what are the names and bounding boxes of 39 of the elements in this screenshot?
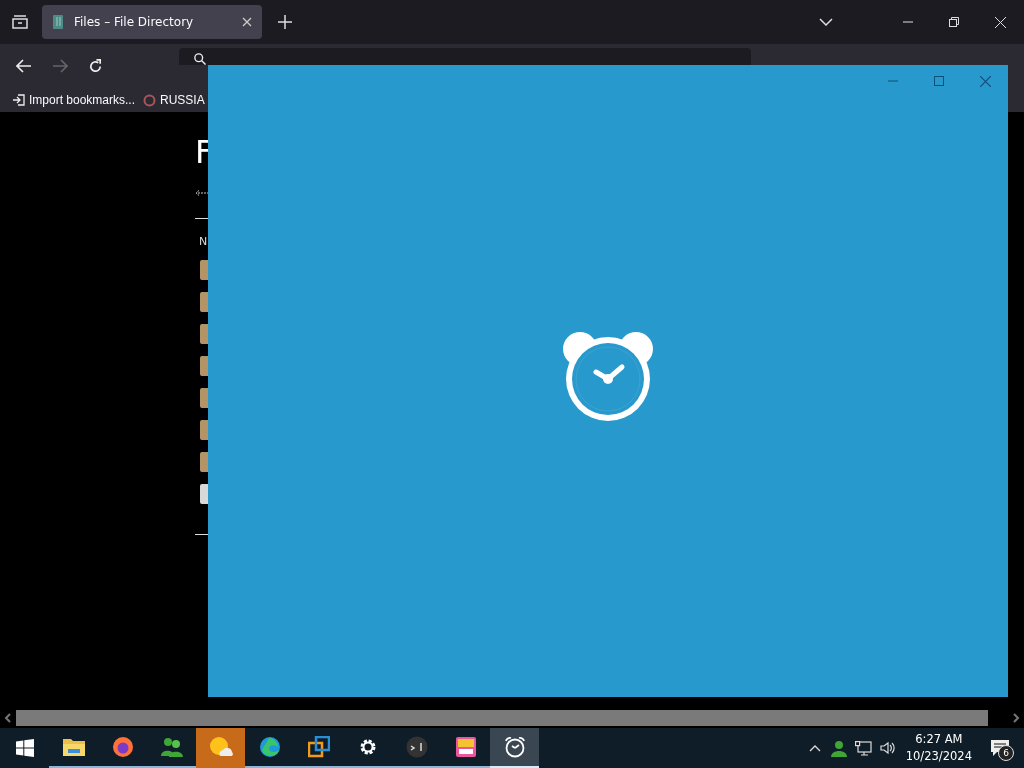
terminal-icon [405, 736, 428, 758]
maximize-icon[interactable] [934, 76, 944, 86]
notification-count: 6 [998, 745, 1014, 761]
column-header[interactable]: N [199, 235, 208, 248]
volume-icon[interactable] [879, 741, 896, 755]
windows-logo-icon [15, 739, 34, 757]
new-tab-icon[interactable] [278, 15, 292, 29]
back-icon[interactable] [16, 59, 32, 73]
browser-icon [111, 736, 134, 758]
browser-icon [258, 736, 281, 758]
book-icon [52, 14, 64, 30]
network-icon[interactable] [854, 740, 872, 756]
forward-icon[interactable] [52, 59, 68, 73]
scrollbar-thumb[interactable] [16, 710, 988, 726]
alarm-clock-icon [503, 736, 526, 758]
bookmark-item[interactable]: RUSSIA [143, 93, 205, 107]
restore-icon[interactable] [949, 17, 959, 27]
tab-list-icon[interactable] [12, 15, 28, 29]
bookmark-item[interactable]: Import bookmarks... [12, 93, 136, 107]
person-icon[interactable] [830, 739, 847, 757]
folder-icon [62, 737, 85, 757]
alarm-clock-icon [562, 331, 654, 423]
clock[interactable]: 6:27 AM 10/23/2024 [905, 728, 972, 768]
weather-icon [208, 736, 233, 758]
reload-icon[interactable] [88, 59, 103, 74]
game-icon [454, 736, 477, 758]
show-hidden-icons-icon[interactable] [808, 744, 821, 752]
notification-button[interactable]: 6 [980, 728, 1020, 768]
squares-icon [307, 736, 330, 758]
ring-icon [143, 93, 157, 107]
scroll-left-icon[interactable] [4, 713, 12, 723]
scroll-right-icon[interactable] [1012, 713, 1020, 723]
search-icon [193, 53, 207, 65]
close-tab-icon[interactable] [242, 17, 252, 27]
back-arrow-icon[interactable] [195, 190, 209, 196]
people-icon [159, 736, 184, 758]
browser-tab[interactable]: Files – File Directory [42, 5, 262, 39]
chevron-down-icon[interactable] [819, 18, 833, 26]
import-icon [12, 94, 25, 106]
